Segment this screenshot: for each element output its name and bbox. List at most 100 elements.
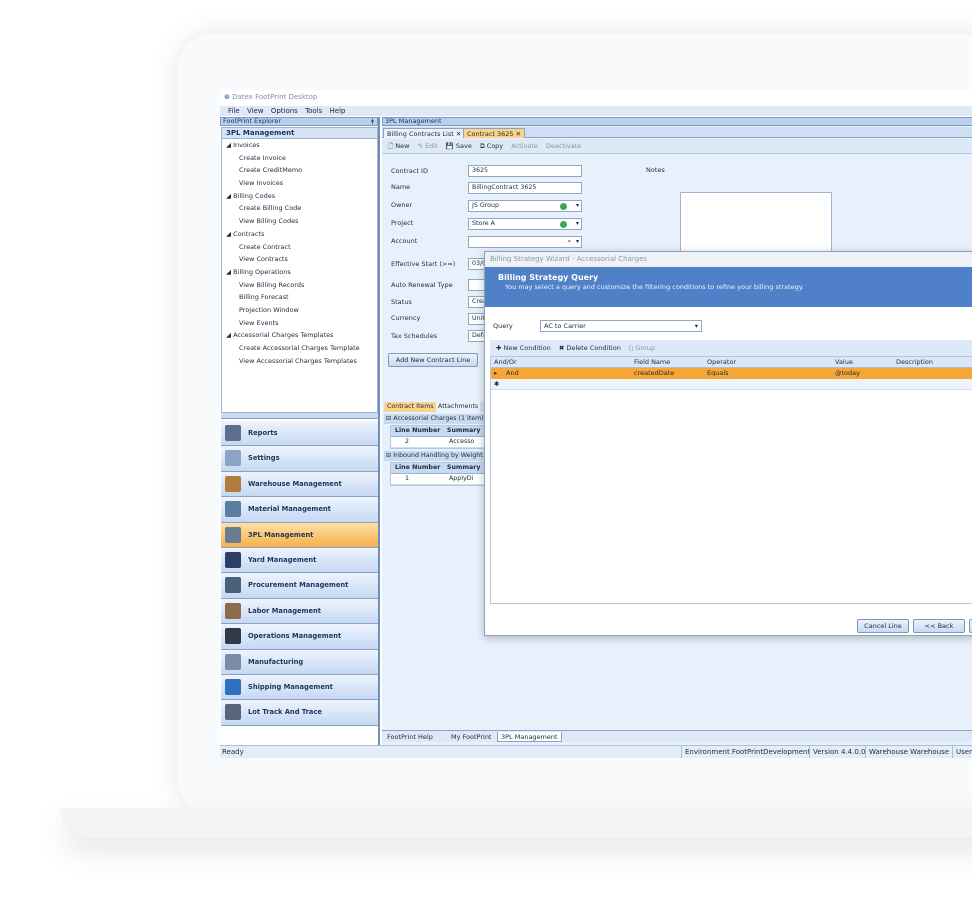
col-and-or[interactable]: And/Or — [494, 357, 517, 368]
table-row[interactable]: 2 Accesso — [391, 437, 485, 448]
add-contract-line-button[interactable]: Add New Contract Line — [388, 353, 478, 367]
tab-footprint-help[interactable]: FootPrint Help — [384, 732, 436, 742]
col-summary[interactable]: Summary — [447, 464, 481, 471]
copy-button[interactable]: ⧉ Copy — [480, 142, 503, 150]
delete-condition-button[interactable]: ✖ Delete Condition — [559, 344, 621, 352]
tree-link[interactable]: Create CreditMemo — [222, 164, 377, 177]
project-field[interactable]: Store A ▾ — [468, 218, 582, 230]
owner-field[interactable]: JS Group ▾ — [468, 200, 582, 212]
line-number-cell: 2 — [405, 438, 410, 445]
tree-link[interactable]: Create Billing Code — [222, 202, 377, 215]
col-field-name[interactable]: Field Name — [634, 357, 670, 368]
account-field[interactable]: ⌕ ▾ — [468, 236, 582, 248]
group-header-inbound[interactable]: ⊟ Inbound Handling by Weight — [384, 451, 488, 461]
tree-group[interactable]: ◢ Invoices — [222, 139, 377, 152]
main-header: 3PL Management — [382, 117, 972, 126]
operator-cell[interactable]: Equals — [707, 368, 729, 379]
menu-options[interactable]: Options — [271, 107, 298, 115]
splitter-handle[interactable] — [221, 413, 378, 419]
tab-billing-contracts-list[interactable]: Billing Contracts List ✕ — [383, 128, 466, 138]
col-line-number[interactable]: Line Number — [395, 427, 440, 434]
menu-help[interactable]: Help — [330, 107, 346, 115]
nav-button-shipping-management[interactable]: Shipping Management — [221, 674, 378, 701]
menu-view[interactable]: View — [247, 107, 264, 115]
nav-button-labor-management[interactable]: Labor Management — [221, 598, 378, 625]
name-field[interactable]: BillingContract 3625 — [468, 182, 582, 194]
chevron-down-icon[interactable]: ▾ — [576, 201, 579, 211]
status-user: User — [952, 746, 972, 758]
save-button[interactable]: 💾 Save — [446, 142, 472, 150]
nav-button-manufacturing[interactable]: Manufacturing — [221, 649, 378, 675]
tree-body: ◢ Invoices Create Invoice Create CreditMem… — [222, 139, 377, 367]
nav-button-operations-management[interactable]: Operations Management — [221, 624, 378, 650]
and-or-cell[interactable]: And — [506, 368, 519, 379]
project-label: Project — [391, 219, 414, 227]
tree-link[interactable]: View Events — [222, 317, 377, 330]
activate-button[interactable]: Activate — [511, 142, 538, 150]
field-name-cell[interactable]: createdDate — [634, 368, 674, 379]
tree-group[interactable]: ◢ Billing Codes — [222, 190, 377, 203]
nav-button-yard-management[interactable]: Yard Management — [221, 547, 378, 574]
col-summary[interactable]: Summary — [447, 427, 481, 434]
tree-link[interactable]: Create Accessorial Charges Template — [222, 342, 377, 355]
nav-button-warehouse-management[interactable]: Warehouse Management — [221, 471, 378, 498]
nav-label: Yard Management — [248, 555, 317, 564]
value-cell[interactable]: @today — [835, 368, 860, 379]
new-condition-button[interactable]: ✚ New Condition — [496, 344, 551, 352]
grid-header: Line Number Summary — [391, 463, 485, 474]
table-row[interactable]: ▸ And createdDate Equals @today — [491, 368, 972, 379]
tree-link[interactable]: Create Invoice — [222, 152, 377, 165]
tree-group[interactable]: ◢ Billing Operations — [222, 266, 377, 279]
tree-link[interactable]: Billing Forecast — [222, 291, 377, 304]
tree-link[interactable]: View Accessorial Charges Templates — [222, 355, 377, 368]
search-icon[interactable]: ⌕ — [567, 237, 571, 247]
nav-button-lot-track-and-trace[interactable]: Lot Track And Trace — [221, 700, 378, 726]
tree-group[interactable]: ◢ Contracts — [222, 228, 377, 241]
auto-renewal-label: Auto Renewal Type — [391, 281, 453, 289]
nav-button-3pl-management[interactable]: 3PL Management — [221, 522, 378, 548]
tree-link[interactable]: View Invoices — [222, 177, 377, 190]
group-header-accessorial[interactable]: ⊟ Accessorial Charges (1 item) — [384, 414, 488, 424]
menu-tools[interactable]: Tools — [305, 107, 322, 115]
col-value[interactable]: Value — [835, 357, 853, 368]
nav-button-material-management[interactable]: Material Management — [221, 497, 378, 523]
chevron-down-icon[interactable]: ▾ — [695, 321, 698, 331]
deactivate-button[interactable]: Deactivate — [546, 142, 581, 150]
query-select[interactable]: AC to Carrier ▾ — [540, 320, 702, 332]
table-row[interactable]: 1 ApplyDi — [391, 474, 485, 485]
module-icon — [225, 653, 241, 670]
new-row[interactable]: ✱ — [491, 379, 972, 390]
chevron-down-icon[interactable]: ▾ — [576, 219, 579, 229]
tree-link[interactable]: View Billing Codes — [222, 215, 377, 228]
nav-button-procurement-management[interactable]: Procurement Management — [221, 573, 378, 599]
contract-id-field[interactable]: 3625 — [468, 165, 582, 177]
tree-link[interactable]: View Contracts — [222, 253, 377, 266]
new-button[interactable]: 🗋 New — [388, 142, 409, 150]
menu-file[interactable]: File — [228, 107, 240, 115]
laptop-mockup: ⊛ Datex FootPrint Desktop File View Opti… — [0, 0, 972, 913]
tree-link[interactable]: View Billing Records — [222, 279, 377, 292]
cancel-line-button[interactable]: Cancel Line — [857, 619, 909, 633]
back-button[interactable]: << Back — [913, 619, 965, 633]
tab-3pl-management[interactable]: 3PL Management — [497, 732, 562, 742]
nav-button-reports[interactable]: Reports — [221, 421, 378, 447]
nav-button-settings[interactable]: Settings — [221, 446, 378, 472]
col-operator[interactable]: Operator — [707, 357, 736, 368]
check-icon — [560, 221, 567, 228]
chevron-down-icon[interactable]: ▾ — [576, 237, 579, 247]
col-description[interactable]: Description — [896, 357, 933, 368]
tab-contract-3625[interactable]: Contract 3625 ✕ — [463, 128, 526, 138]
group-button[interactable]: ⟮⟯ Group — [629, 344, 655, 352]
tree-link[interactable]: Create Contract — [222, 241, 377, 254]
edit-button[interactable]: ✎ Edit — [418, 142, 438, 150]
module-icon — [225, 628, 241, 645]
explorer-title: FootPrint Explorer — [223, 117, 282, 125]
tab-my-footprint[interactable]: My FootPrint — [448, 732, 494, 742]
tab-contract-items[interactable]: Contract Items — [385, 402, 436, 412]
condition-toolbar: ✚ New Condition ✖ Delete Condition ⟮⟯ Gr… — [490, 340, 972, 356]
pin-icon[interactable]: ǂ — [371, 118, 374, 125]
tab-attachments[interactable]: Attachments — [436, 402, 481, 412]
tree-link[interactable]: Projection Window — [222, 304, 377, 317]
tree-group[interactable]: ◢ Accessorial Charges Templates — [222, 329, 377, 342]
col-line-number[interactable]: Line Number — [395, 464, 440, 471]
